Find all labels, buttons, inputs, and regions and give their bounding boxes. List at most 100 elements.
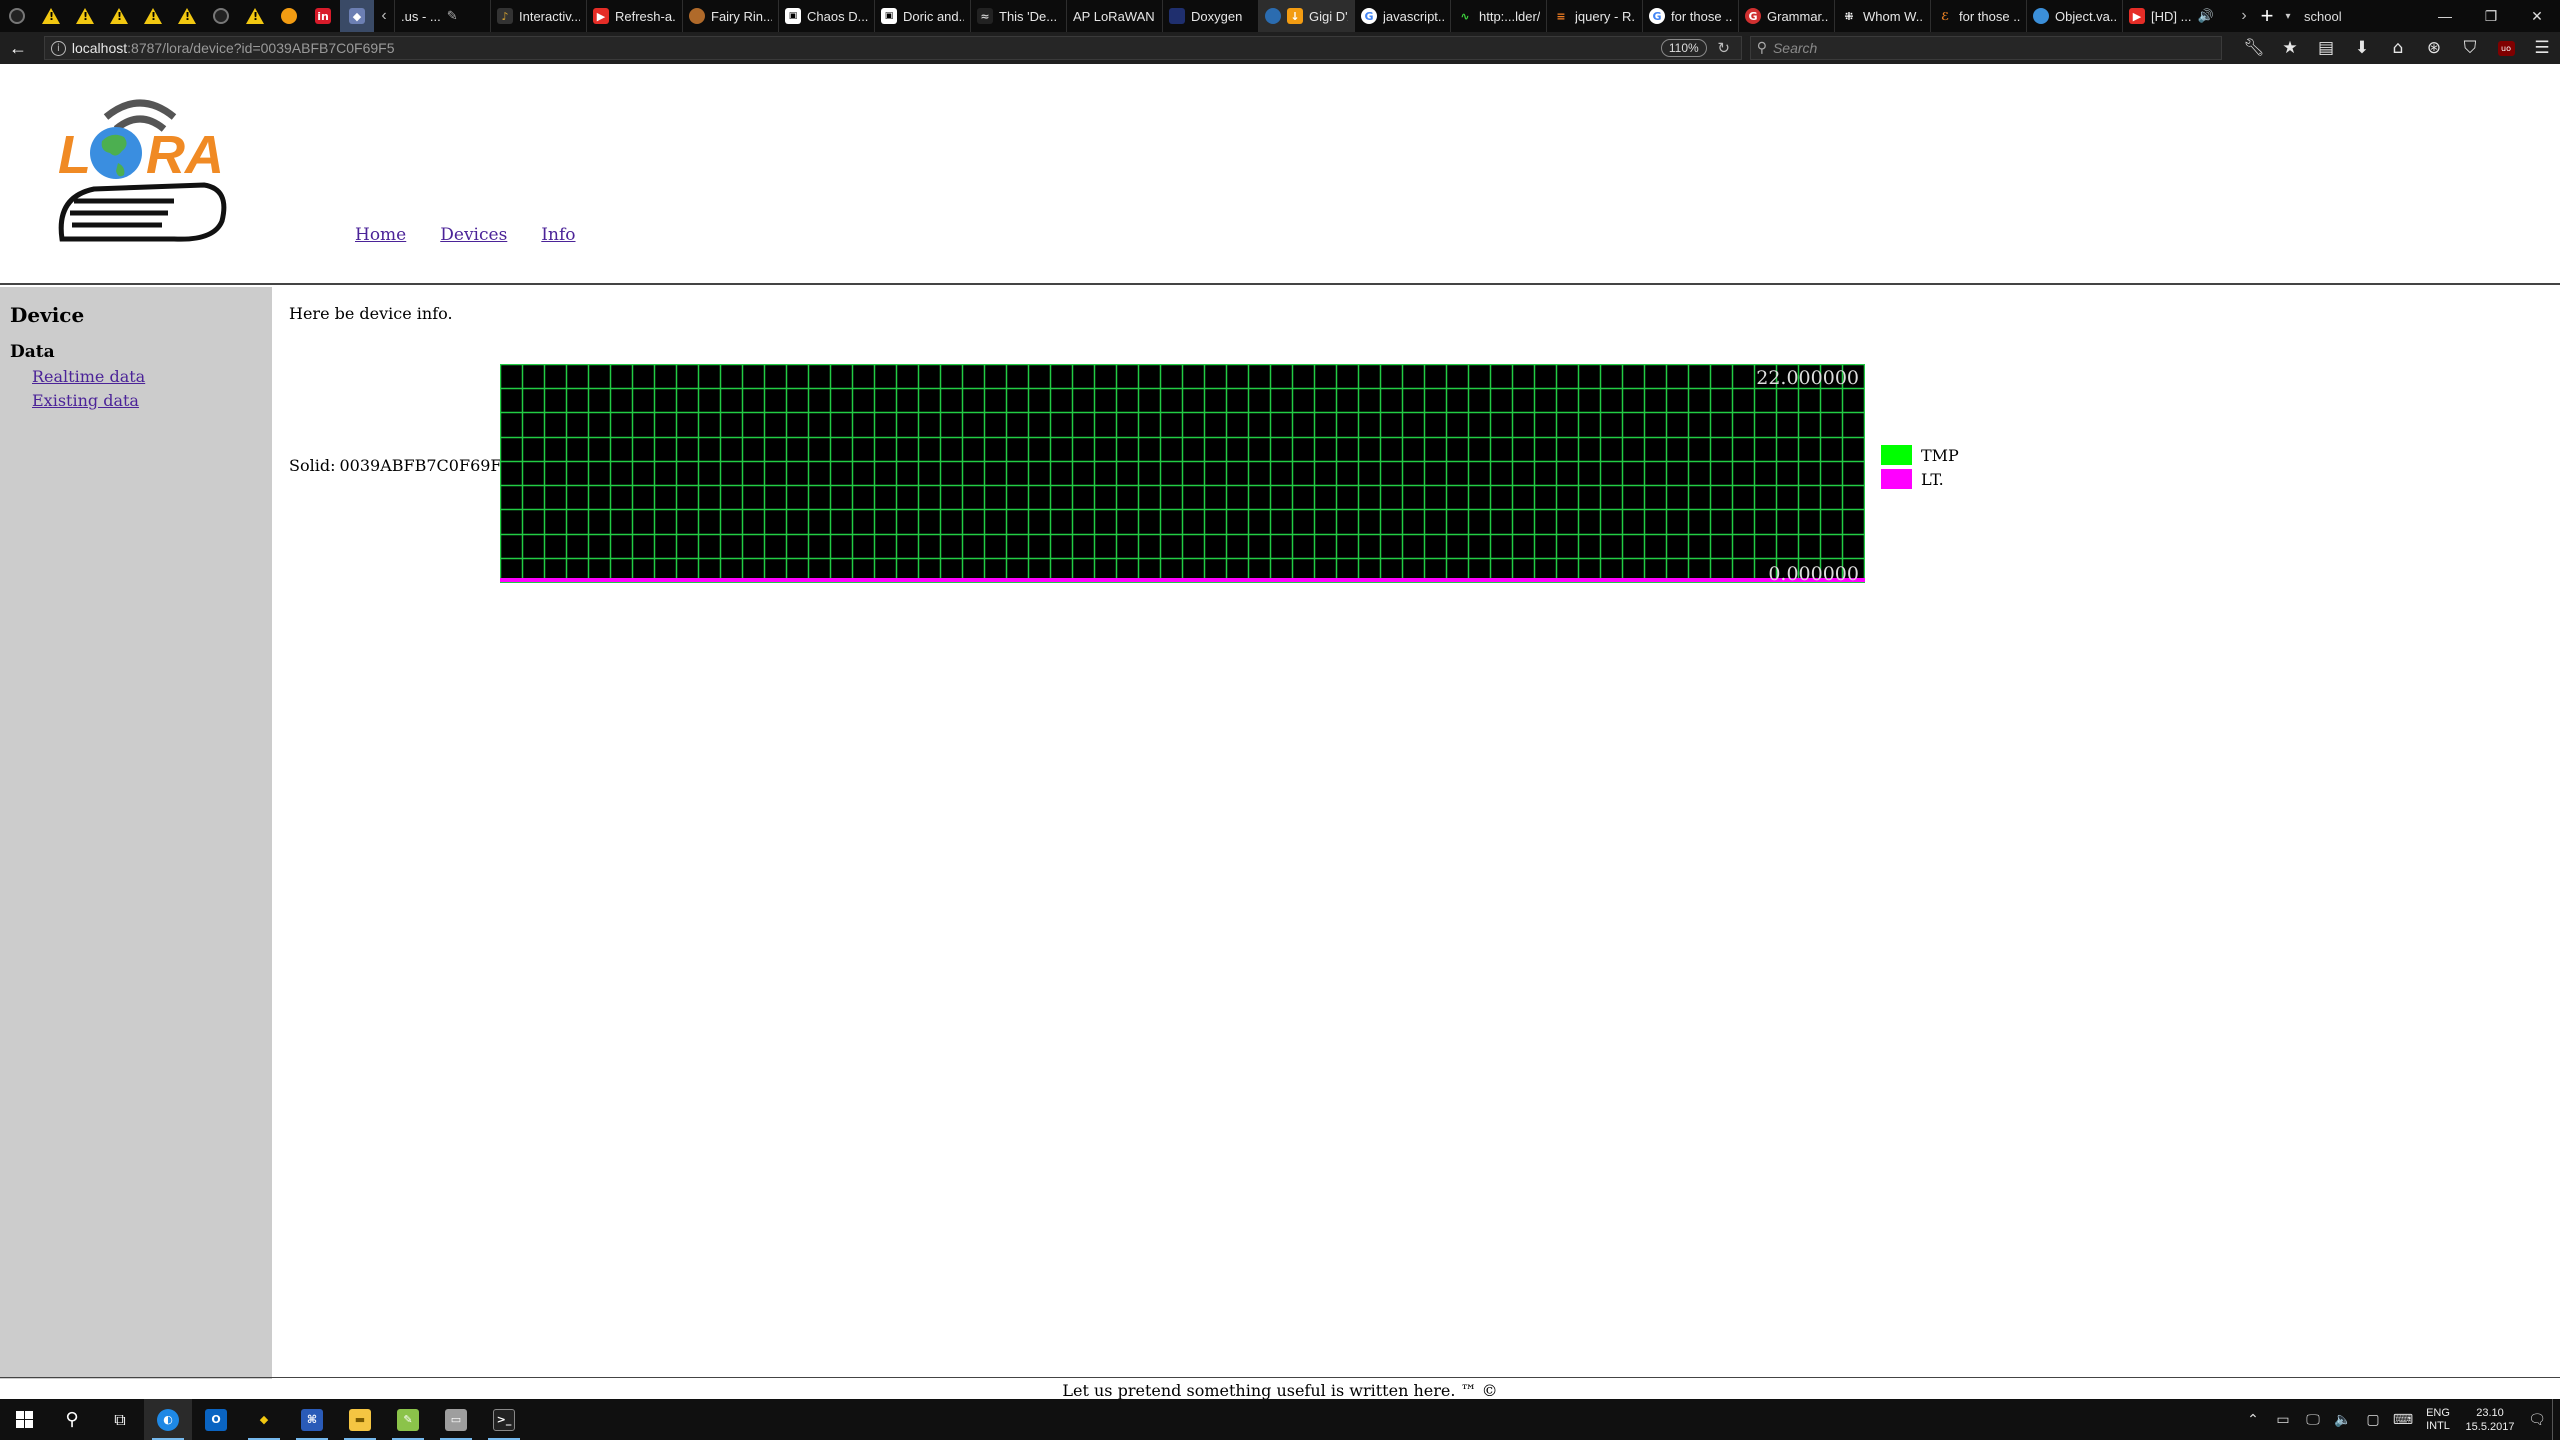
search-bar[interactable]: ⚲ <box>1749 36 2222 60</box>
clock[interactable]: 23.10 15.5.2017 <box>2458 1406 2522 1434</box>
volume-icon[interactable]: 🔈 <box>2328 1399 2358 1440</box>
tab-label: Doxygen <box>1191 8 1243 24</box>
warning-icon <box>42 8 60 24</box>
tab-label: javascript... <box>1383 8 1444 24</box>
pinned-tab[interactable] <box>238 0 272 32</box>
url-bar[interactable]: i localhost:8787/lora/device?id=0039ABFB… <box>43 36 1742 60</box>
browser-tab[interactable]: ℰfor those ... <box>1930 0 2026 32</box>
browser-tab[interactable]: ▶ [HD] ... 🔊 <box>2122 0 2234 32</box>
browser-tab[interactable]: G Grammar... <box>1738 0 1834 32</box>
pinned-tab[interactable] <box>102 0 136 32</box>
browser-tab[interactable]: ≡ jquery - R... <box>1546 0 1642 32</box>
page-icon <box>2033 8 2049 24</box>
sidebar-link-realtime-data[interactable]: Realtime data <box>32 367 145 386</box>
restore-button[interactable]: ❐ <box>2468 0 2514 32</box>
tab-label: .us - ... <box>401 8 441 24</box>
new-tab-button[interactable]: + <box>2254 0 2280 32</box>
ublock-icon[interactable]: uo <box>2488 32 2524 64</box>
browser-tab[interactable]: Doxygen <box>1162 0 1258 32</box>
pinned-tab[interactable] <box>170 0 204 32</box>
language-indicator[interactable]: ENG INTL <box>2418 1407 2458 1433</box>
browser-tab[interactable]: ▣ Doric and... <box>874 0 970 32</box>
pinned-tab-active[interactable]: ◆ <box>340 0 374 32</box>
browser-tab[interactable]: .us - ... ✎ <box>394 0 490 32</box>
chevron-up-icon[interactable]: ⌃ <box>2238 1399 2268 1440</box>
minimize-button[interactable]: — <box>2422 0 2468 32</box>
solid-label-prefix: Solid: <box>289 456 336 475</box>
profile-name[interactable]: school <box>2296 9 2350 24</box>
pinned-tab[interactable] <box>0 0 34 32</box>
pinned-tab[interactable] <box>204 0 238 32</box>
message-icon[interactable]: ▢ <box>2358 1399 2388 1440</box>
reload-icon[interactable]: ↻ <box>1713 39 1735 57</box>
pinned-tab[interactable] <box>136 0 170 32</box>
pinned-tab[interactable] <box>272 0 306 32</box>
task-view-icon[interactable]: ⧉ <box>96 1399 144 1440</box>
info-icon[interactable]: i <box>50 40 66 56</box>
nav-devices-link[interactable]: Devices <box>440 225 507 245</box>
browser-tab[interactable]: ♪ Interactiv... <box>490 0 586 32</box>
tab-scroll-right-button[interactable]: › <box>2234 0 2254 32</box>
network-app-icon[interactable]: ⌘ <box>288 1399 336 1440</box>
vm-icon[interactable]: ▭ <box>432 1399 480 1440</box>
chevron-down-icon[interactable]: ▾ <box>2280 0 2296 32</box>
sync-icon[interactable]: ⊛ <box>2416 32 2452 64</box>
chart-canvas: 22.000000 0.000000 <box>500 364 1865 583</box>
back-button[interactable]: ← <box>0 32 36 64</box>
search-input[interactable] <box>1772 40 2215 56</box>
keyboard-icon[interactable]: ⌨ <box>2388 1399 2418 1440</box>
nav-home-link[interactable]: Home <box>355 225 406 245</box>
y-min-label: 0.000000 <box>1768 563 1859 583</box>
sidebar-link-existing-data[interactable]: Existing data <box>32 391 139 410</box>
browser-tab[interactable]: ⁜ Whom W... <box>1834 0 1930 32</box>
home-icon[interactable]: ⌂ <box>2380 32 2416 64</box>
browser-tab-active[interactable]: ↓ Gigi D'Ag... <box>1258 0 1354 32</box>
browser-tab[interactable]: AP LoRaWAN <box>1066 0 1162 32</box>
logo-letters-ra: RA <box>146 125 224 185</box>
tab-scroll-left-button[interactable]: ‹ <box>374 0 394 32</box>
notepad-icon[interactable]: ✎ <box>384 1399 432 1440</box>
browser-tab[interactable]: Object.va... <box>2026 0 2122 32</box>
window-controls: — ❐ ✕ <box>2422 0 2560 32</box>
terminal-icon[interactable]: >_ <box>480 1399 528 1440</box>
browser-tab[interactable]: Gfor those ... <box>1642 0 1738 32</box>
pinned-tab[interactable] <box>68 0 102 32</box>
page-icon: ▣ <box>881 8 897 24</box>
outlook-icon[interactable]: O <box>192 1399 240 1440</box>
firefox-icon[interactable]: ◐ <box>144 1399 192 1440</box>
pinned-tab[interactable]: in <box>306 0 340 32</box>
git-icon[interactable]: ◆ <box>240 1399 288 1440</box>
browser-tab[interactable]: ∿ http:...lder/ <box>1450 0 1546 32</box>
browser-tab[interactable]: ▣ Chaos D... <box>778 0 874 32</box>
zoom-badge[interactable]: 110% <box>1660 39 1707 57</box>
battery-icon[interactable]: ▭ <box>2268 1399 2298 1440</box>
star-icon[interactable]: ★ <box>2272 32 2308 64</box>
show-desktop-button[interactable] <box>2552 1399 2560 1440</box>
lora-logo[interactable]: L RA <box>54 89 230 245</box>
browser-tab[interactable]: ≈ This 'De... <box>970 0 1066 32</box>
page-icon: ♪ <box>497 8 513 24</box>
legend-label: TMP <box>1921 445 1959 465</box>
browser-tab[interactable]: Gjavascript... <box>1354 0 1450 32</box>
search-icon[interactable]: ⚲ <box>48 1399 96 1440</box>
pin-icon: ✎ <box>446 8 458 23</box>
file-explorer-icon[interactable]: ▬ <box>336 1399 384 1440</box>
menu-icon[interactable]: ☰ <box>2524 32 2560 64</box>
browser-tab[interactable]: Fairy Rin... <box>682 0 778 32</box>
notifications-icon[interactable]: 🗨 <box>2522 1399 2552 1440</box>
pocket-icon[interactable]: ⛉ <box>2452 32 2488 64</box>
browser-tab[interactable]: ▶ Refresh-a... <box>586 0 682 32</box>
windows-start-icon[interactable] <box>0 1399 48 1440</box>
download-icon[interactable]: ⬇ <box>2344 32 2380 64</box>
nav-info-link[interactable]: Info <box>541 225 575 245</box>
close-button[interactable]: ✕ <box>2514 0 2560 32</box>
warning-icon <box>246 8 264 24</box>
wrench-icon[interactable]: 🔧︎ <box>2236 32 2272 64</box>
clipboard-icon[interactable]: ▤ <box>2308 32 2344 64</box>
network-icon[interactable]: 🖵 <box>2298 1399 2328 1440</box>
pinned-tab[interactable] <box>34 0 68 32</box>
legend-item-tmp: TMP <box>1881 443 1959 467</box>
speaker-icon[interactable]: 🔊 <box>2197 8 2213 24</box>
tab-label: http:...lder/ <box>1479 8 1540 24</box>
lang-line-1: ENG <box>2426 1406 2450 1419</box>
